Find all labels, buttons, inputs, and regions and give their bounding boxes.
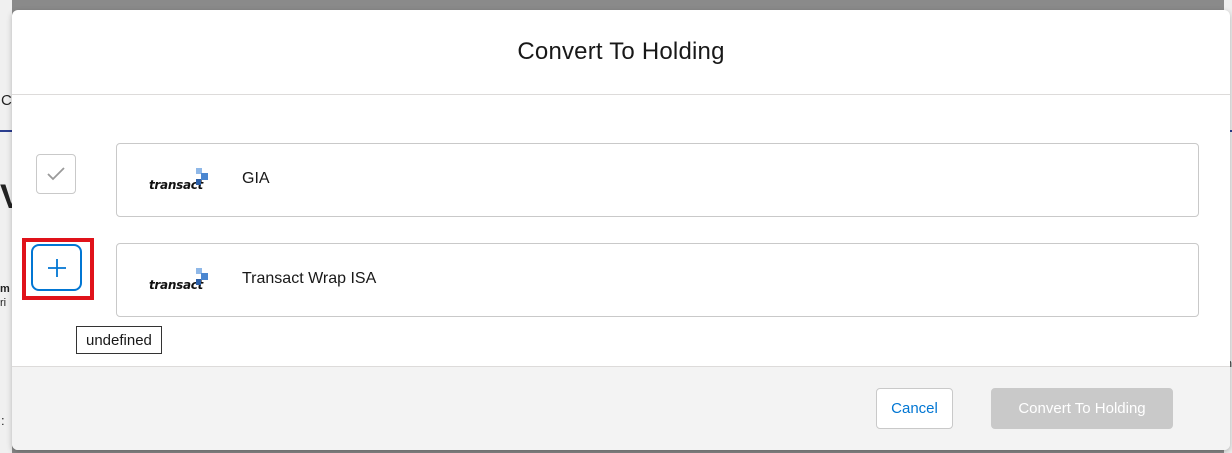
- background-text-fragment: C: [1, 92, 12, 109]
- transact-logo-icon: [196, 168, 208, 185]
- selected-checkbox[interactable]: [36, 154, 76, 194]
- transact-logo-icon: [196, 268, 208, 285]
- holding-option-label: GIA: [242, 170, 270, 187]
- holding-option-label: Transact Wrap ISA: [242, 270, 377, 287]
- modal-body: transact GIA transact Transact Wrap ISA …: [12, 95, 1230, 366]
- background-divider: [0, 130, 12, 132]
- background-text-fragment: ri: [0, 297, 7, 309]
- modal-footer: Cancel Convert To Holding: [12, 366, 1230, 450]
- tooltip: undefined: [76, 326, 162, 354]
- holding-option-card[interactable]: transact Transact Wrap ISA: [116, 243, 1199, 317]
- holding-option-card[interactable]: transact GIA: [116, 143, 1199, 217]
- cancel-button[interactable]: Cancel: [876, 388, 953, 429]
- convert-to-holding-button[interactable]: Convert To Holding: [991, 388, 1173, 429]
- modal-title: Convert To Holding: [517, 38, 725, 65]
- plus-icon: [47, 258, 66, 277]
- background-page-left: [0, 0, 12, 453]
- transact-logo: transact: [149, 168, 209, 194]
- check-icon: [47, 167, 65, 181]
- add-holding-button[interactable]: [31, 244, 82, 291]
- background-text-fragment: m: [0, 283, 10, 295]
- background-text-fragment: :: [1, 413, 5, 428]
- modal-header: Convert To Holding: [12, 10, 1230, 95]
- transact-logo: transact: [149, 268, 209, 294]
- convert-to-holding-modal: Convert To Holding transact GIA transact…: [12, 10, 1230, 450]
